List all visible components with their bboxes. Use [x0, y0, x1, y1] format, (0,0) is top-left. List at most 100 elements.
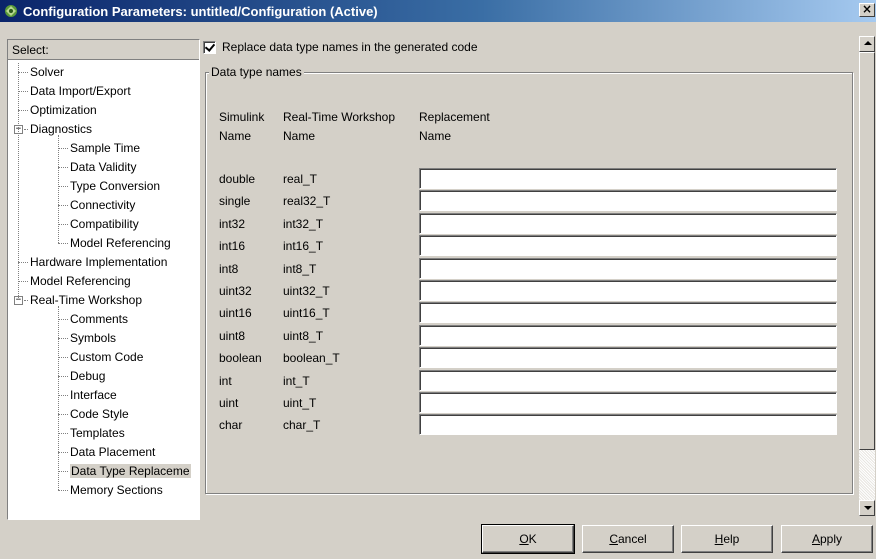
tree-item-label: Sample Time	[70, 141, 141, 155]
simulink-type-name: int	[219, 374, 232, 388]
rtw-type-name: real_T	[283, 172, 318, 186]
tree-item[interactable]: Type Conversion	[70, 177, 160, 196]
ok-mnemonic: O	[519, 532, 529, 546]
tree-connector-line	[58, 414, 68, 415]
tree-item-label: Data Type Replaceme	[70, 464, 191, 478]
tree-item-label: Custom Code	[70, 350, 144, 364]
tree-item[interactable]: Diagnostics	[30, 120, 92, 139]
replacement-name-input[interactable]	[419, 280, 837, 301]
help-label: elp	[723, 532, 740, 546]
rtw-type-name: uint16_T	[283, 306, 330, 320]
tree-connector-line	[18, 91, 28, 92]
tree-item[interactable]: Comments	[70, 310, 128, 329]
replacement-name-input[interactable]	[419, 347, 837, 368]
scroll-thumb[interactable]	[859, 52, 875, 450]
replacement-name-input[interactable]	[419, 414, 837, 435]
simulink-type-name: uint	[219, 396, 239, 410]
simulink-type-name: int32	[219, 217, 246, 231]
tree-connector-line	[58, 338, 68, 339]
replace-names-row[interactable]: Replace data type names in the generated…	[203, 40, 478, 54]
tree-spine-line	[58, 135, 59, 243]
simulink-type-name: uint8	[219, 329, 246, 343]
apply-button[interactable]: Apply	[781, 525, 873, 553]
tree-connector-line	[18, 262, 28, 263]
tree-item[interactable]: Data Validity	[70, 158, 136, 177]
tree-connector-line	[18, 110, 28, 111]
scroll-down-button[interactable]	[859, 500, 875, 516]
simulink-type-name: int16	[219, 239, 246, 253]
replace-names-checkbox[interactable]	[203, 40, 216, 54]
tree-item[interactable]: Data Type Replaceme	[70, 462, 191, 481]
ok-button[interactable]: OK	[481, 524, 575, 554]
replacement-name-input[interactable]	[419, 213, 837, 234]
apply-label: pply	[820, 532, 843, 546]
rtw-type-name: uint8_T	[283, 329, 324, 343]
help-button[interactable]: Help	[681, 525, 773, 553]
tree-item-label: Debug	[70, 369, 106, 383]
replacement-name-input[interactable]	[419, 370, 837, 391]
tree-item[interactable]: Model Referencing	[70, 234, 171, 253]
rtw-type-name: int16_T	[283, 239, 324, 253]
tree-item-label: Data Placement	[70, 445, 156, 459]
tree-item-label: Model Referencing	[70, 236, 171, 250]
tree-item[interactable]: Templates	[70, 424, 125, 443]
rtw-type-name: int_T	[283, 374, 310, 388]
tree-item-label: Type Conversion	[70, 179, 161, 193]
tree-item-label: Connectivity	[70, 198, 136, 212]
replacement-name-input[interactable]	[419, 190, 837, 211]
tree-connector-line	[58, 490, 68, 491]
tree-item[interactable]: Real-Time Workshop	[30, 291, 142, 310]
scroll-up-button[interactable]	[859, 36, 875, 52]
tree-item[interactable]: Optimization	[30, 101, 97, 120]
tree-connector-line	[58, 357, 68, 358]
tree-item-label: Solver	[30, 65, 65, 79]
tree-item-label: Optimization	[30, 103, 97, 117]
tree-connector-line	[24, 300, 28, 301]
tree-item-label: Symbols	[70, 331, 117, 345]
tree-item[interactable]: Custom Code	[70, 348, 143, 367]
tree-item[interactable]: Interface	[70, 386, 117, 405]
tree-item[interactable]: Data Import/Export	[30, 82, 131, 101]
tree-item-label: Data Validity	[70, 160, 137, 174]
tree-item[interactable]: Code Style	[70, 405, 129, 424]
replacement-name-input[interactable]	[419, 168, 837, 189]
tree-connector-line	[58, 452, 68, 453]
rtw-header-line2: Name	[283, 129, 316, 143]
window-title: Configuration Parameters: untitled/Confi…	[23, 3, 378, 19]
tree-item[interactable]: Hardware Implementation	[30, 253, 167, 272]
replacement-name-input[interactable]	[419, 258, 837, 279]
tree-item-label: Templates	[70, 426, 125, 440]
replacement-name-input[interactable]	[419, 392, 837, 413]
rtw-type-name: uint_T	[283, 396, 317, 410]
arrow-down-icon	[864, 506, 872, 510]
tree-item-label: Compatibility	[70, 217, 139, 231]
replacement-name-input[interactable]	[419, 235, 837, 256]
arrow-up-icon	[864, 41, 872, 45]
tree-item[interactable]: Memory Sections	[70, 481, 163, 500]
rtw-type-name: real32_T	[283, 194, 331, 208]
tree-item[interactable]: Solver	[30, 63, 64, 82]
rtw-type-name: char_T	[283, 418, 321, 432]
tree-item[interactable]: Connectivity	[70, 196, 135, 215]
tree-connector-line	[58, 224, 68, 225]
vertical-scrollbar[interactable]	[859, 36, 875, 516]
title-bar: Configuration Parameters: untitled/Confi…	[0, 0, 876, 22]
close-button[interactable]: ×	[859, 3, 875, 17]
tree-item[interactable]: Data Placement	[70, 443, 155, 462]
replacement-name-input[interactable]	[419, 302, 837, 323]
tree-item[interactable]: Debug	[70, 367, 105, 386]
simulink-type-name: int8	[219, 262, 239, 276]
rtw-header-line1: Real-Time Workshop	[283, 110, 396, 124]
tree-connector-line	[58, 471, 68, 472]
tree-item-label: Diagnostics	[30, 122, 93, 136]
tree-item[interactable]: Model Referencing	[30, 272, 131, 291]
tree-connector-line	[58, 167, 68, 168]
tree-item[interactable]: Sample Time	[70, 139, 140, 158]
rtw-type-name: boolean_T	[283, 351, 340, 365]
tree-item[interactable]: Symbols	[70, 329, 116, 348]
tree-spine-line	[18, 63, 19, 300]
tree-connector-line	[24, 129, 28, 130]
replacement-name-input[interactable]	[419, 325, 837, 346]
cancel-button[interactable]: Cancel	[582, 525, 674, 553]
tree-item[interactable]: Compatibility	[70, 215, 139, 234]
